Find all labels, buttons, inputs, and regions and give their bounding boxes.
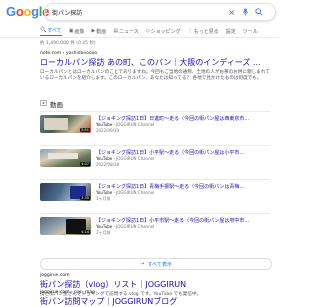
search-icon: 🔍 [40, 27, 47, 33]
video-date: 1ヶ月前 [96, 196, 111, 201]
video-card[interactable]: 4:07 【ジョギング探訪1日】小平駅〜走る（今回の街パン屋は小平市... Yo… [40, 145, 270, 168]
search-input[interactable] [45, 6, 222, 18]
clear-icon[interactable] [226, 7, 236, 17]
video-duration: 3:35 [80, 196, 90, 200]
video-channel: YouTube · JOGGIRUN Channel [96, 156, 155, 161]
tab-label: ショッピング [150, 28, 181, 35]
result-snippet: ローカルパンとはローカルパンのことでありますね。今回もご当地の通称、土地の人がお… [40, 70, 270, 81]
result-title[interactable]: 街パン訪問マップ｜JOGGIRUNブログ [40, 296, 270, 307]
tab-all[interactable]: 🔍 すべて [40, 27, 62, 36]
video-channel-name: JOGGIRUN Channel [116, 122, 155, 127]
search-result: joggirun.com › pan_map 街パン訪問マップ｜JOGGIRUN… [40, 290, 270, 307]
tab-label: 画像 [74, 28, 85, 35]
video-card[interactable]: 4:14 【ジョギング探訪1日】小平市駅〜走る（今回の街パン屋は府中市... Y… [40, 213, 270, 236]
tab-images[interactable]: ▣ 画像 [69, 28, 85, 35]
thumbnail-figure [44, 118, 68, 130]
more-icon: ⋮ [187, 28, 193, 34]
tab-news[interactable]: ▤ ニュース [113, 28, 139, 35]
video-duration: 4:07 [80, 162, 90, 166]
top-bar: Google [0, 0, 279, 24]
video-channel: YouTube · JOGGIRUN Channel [96, 122, 155, 127]
result-url[interactable]: joggirun.com › pan_map [40, 290, 270, 295]
result-stats: 約 1,490,000 件 (0.45 秒) [40, 41, 96, 46]
tab-more[interactable]: ⋮ もっと見る [188, 28, 219, 35]
video-date: 1ヶ月前 [96, 230, 111, 235]
video-channel-name: JOGGIRUN Channel [116, 156, 155, 161]
video-source: YouTube [96, 156, 113, 161]
video-duration: 4:14 [80, 230, 90, 234]
thumbnail-figure [48, 153, 78, 159]
image-icon: ▣ [68, 28, 74, 34]
video-source: YouTube [96, 122, 113, 127]
video-channel-name: JOGGIRUN Channel [116, 190, 155, 195]
result-url[interactable]: note.com › yoshidanoooo [40, 51, 270, 56]
videos-heading-text: 動画 [50, 101, 63, 109]
result-title[interactable]: 街パン探訪（vlog）リスト｜JOGGIRUN [40, 279, 270, 290]
tab-videos[interactable]: ▶ 動画 [91, 28, 106, 35]
video-date: 2022/08/28 [96, 162, 120, 167]
search-result: note.com › yoshidanoooo ローカルパン探訪 あの町、このパ… [40, 51, 270, 82]
video-title[interactable]: 【ジョギング探訪1日】小平駅〜走る（今回の街パン屋は小平市... [96, 149, 270, 156]
videos-heading: 動画 [40, 99, 63, 109]
tab-settings[interactable]: 設定 [226, 28, 236, 35]
video-thumbnail[interactable]: 3:35 [40, 183, 91, 201]
arrow-right-icon: → [140, 261, 145, 267]
video-source: YouTube [96, 224, 113, 229]
google-logo[interactable]: Google [6, 4, 49, 19]
video-channel: YouTube · JOGGIRUN Channel [96, 190, 155, 195]
result-title[interactable]: ローカルパン探訪 あの町、このパン｜大阪のインディーズ ... [40, 57, 270, 68]
video-title[interactable]: 【ジョギング探訪1日】小平市駅〜走る（今回の街パン屋は府中市... [96, 217, 270, 224]
video-source: YouTube [96, 190, 113, 195]
search-tabs: 🔍 すべて ▣ 画像 ▶ 動画 ▤ ニュース ◇ ショッピング ⋮ もっと見る 設定 ツール [40, 25, 279, 37]
video-thumbnail[interactable]: 4:07 [40, 149, 91, 167]
show-all-videos-button[interactable]: → すべて表示 [40, 258, 272, 270]
search-icon[interactable] [254, 7, 264, 17]
video-icon: ▶ [91, 28, 96, 34]
tab-label: もっと見る [193, 28, 219, 35]
news-icon: ▤ [113, 28, 119, 34]
video-title[interactable]: 【ジョギング探訪1日】日進町〜走る（今回の街パン屋は西東京市... [96, 115, 270, 122]
tabs-divider [0, 37, 279, 38]
show-all-label: すべて表示 [147, 261, 172, 268]
tag-icon: ◇ [145, 28, 150, 34]
video-card[interactable]: 3:51 【ジョギング探訪1日】日進町〜走る（今回の街パン屋は西東京市... Y… [40, 111, 270, 134]
video-title[interactable]: 【ジョギング探訪1日】青梅手振駅〜走る（今回の街パンは青梅... [96, 183, 270, 190]
tab-shopping[interactable]: ◇ ショッピング [146, 28, 181, 35]
tab-label: ニュース [119, 28, 139, 35]
microphone-icon[interactable] [240, 7, 250, 17]
tab-label: 設定 [225, 28, 236, 35]
video-date: 2022/09/19 [96, 128, 120, 133]
tab-tools[interactable]: ツール [243, 28, 258, 35]
video-card[interactable]: 3:35 【ジョギング探訪1日】青梅手振駅〜走る（今回の街パンは青梅... Yo… [40, 179, 270, 202]
video-duration: 3:51 [80, 128, 90, 132]
video-thumbnail[interactable]: 3:51 [40, 115, 91, 133]
search-box[interactable] [44, 3, 276, 21]
tab-label: ツール [242, 28, 258, 35]
video-channel-name: JOGGIRUN Channel [116, 224, 155, 229]
result-url[interactable]: joggirun.com [40, 273, 270, 278]
video-channel: YouTube · JOGGIRUN Channel [96, 224, 155, 229]
video-thumbnail[interactable]: 4:14 [40, 217, 91, 235]
tab-label: すべて [47, 27, 62, 34]
video-icon [40, 100, 47, 108]
tab-label: 動画 [96, 28, 107, 35]
